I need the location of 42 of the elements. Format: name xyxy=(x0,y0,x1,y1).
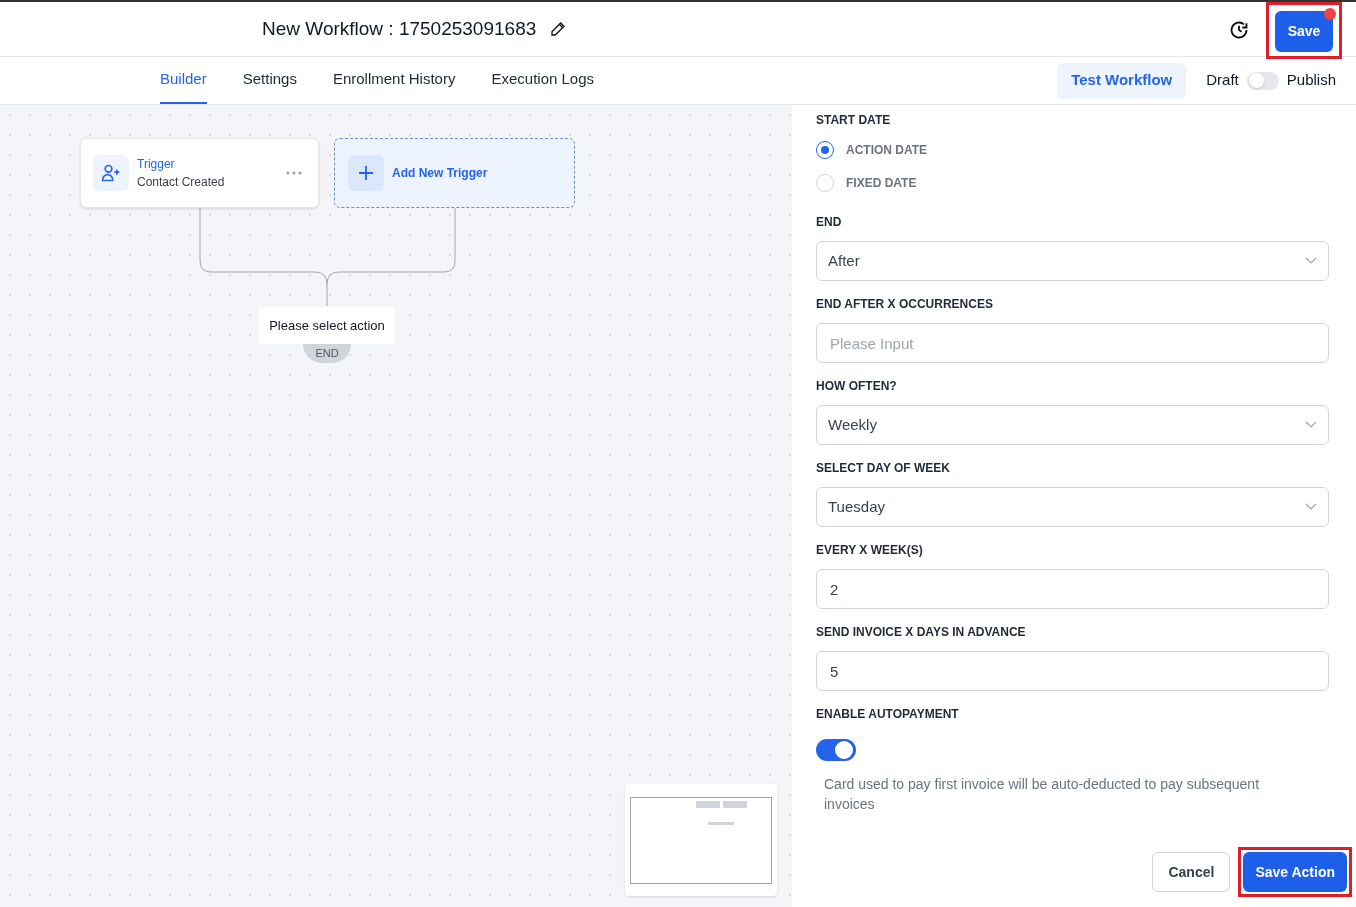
draft-label: Draft xyxy=(1206,70,1239,91)
select-field[interactable]: After xyxy=(816,241,1329,281)
save-button[interactable]: Save xyxy=(1275,11,1333,52)
select-field[interactable]: Tuesday xyxy=(816,487,1329,527)
publish-toggle[interactable] xyxy=(1246,71,1279,90)
input-field[interactable]: 2 xyxy=(816,569,1329,609)
tab[interactable]: Execution Logs xyxy=(491,57,595,104)
add-trigger-card[interactable]: Add New Trigger xyxy=(334,138,575,208)
trigger-subtitle: Contact Created xyxy=(137,174,225,191)
user-plus-icon xyxy=(101,163,121,183)
trigger-card[interactable]: Trigger Contact Created xyxy=(80,138,319,208)
plus-icon xyxy=(359,166,373,180)
field-label: SEND INVOICE X DAYS IN ADVANCE xyxy=(816,624,1027,641)
tab[interactable]: Settings xyxy=(242,57,297,104)
pencil-icon[interactable] xyxy=(550,21,567,37)
chevron-down-icon xyxy=(1305,503,1317,511)
field-label: START DATE xyxy=(816,112,892,129)
end-badge: END xyxy=(303,344,351,363)
radio-option[interactable]: ACTION DATE xyxy=(816,133,1329,166)
field-label: ENABLE AUTOPAYMENT xyxy=(816,706,960,723)
field-label: END xyxy=(816,214,843,231)
field-label: END AFTER X OCCURRENCES xyxy=(816,296,994,313)
toggle-switch[interactable] xyxy=(816,739,856,761)
action-placeholder[interactable]: Please select action xyxy=(259,307,395,344)
test-workflow-button[interactable]: Test Workflow xyxy=(1057,62,1187,99)
help-text: Card used to pay first invoice will be auto-deducted to pay subsequent invoices xyxy=(824,775,1261,814)
input-field[interactable]: Please Input xyxy=(816,323,1329,363)
publish-label: Publish xyxy=(1286,70,1336,91)
field-label: HOW OFTEN? xyxy=(816,378,898,395)
chevron-down-icon xyxy=(1305,421,1317,429)
radio-option[interactable]: FIXED DATE xyxy=(816,166,1329,199)
field-label: SELECT DAY OF WEEK xyxy=(816,460,952,477)
input-field[interactable]: 5 xyxy=(816,651,1329,691)
trigger-title: Trigger xyxy=(137,156,176,173)
workflow-title: New Workflow : 1750253091683 xyxy=(262,16,537,41)
history-icon[interactable] xyxy=(1229,20,1249,40)
save-action-button[interactable]: Save Action xyxy=(1243,852,1347,892)
tab[interactable]: Enrollment History xyxy=(332,57,456,104)
chevron-down-icon xyxy=(1305,257,1317,265)
select-field[interactable]: Weekly xyxy=(816,405,1329,445)
cancel-button[interactable]: Cancel xyxy=(1152,852,1231,892)
field-label: EVERY X WEEK(S) xyxy=(816,542,924,559)
